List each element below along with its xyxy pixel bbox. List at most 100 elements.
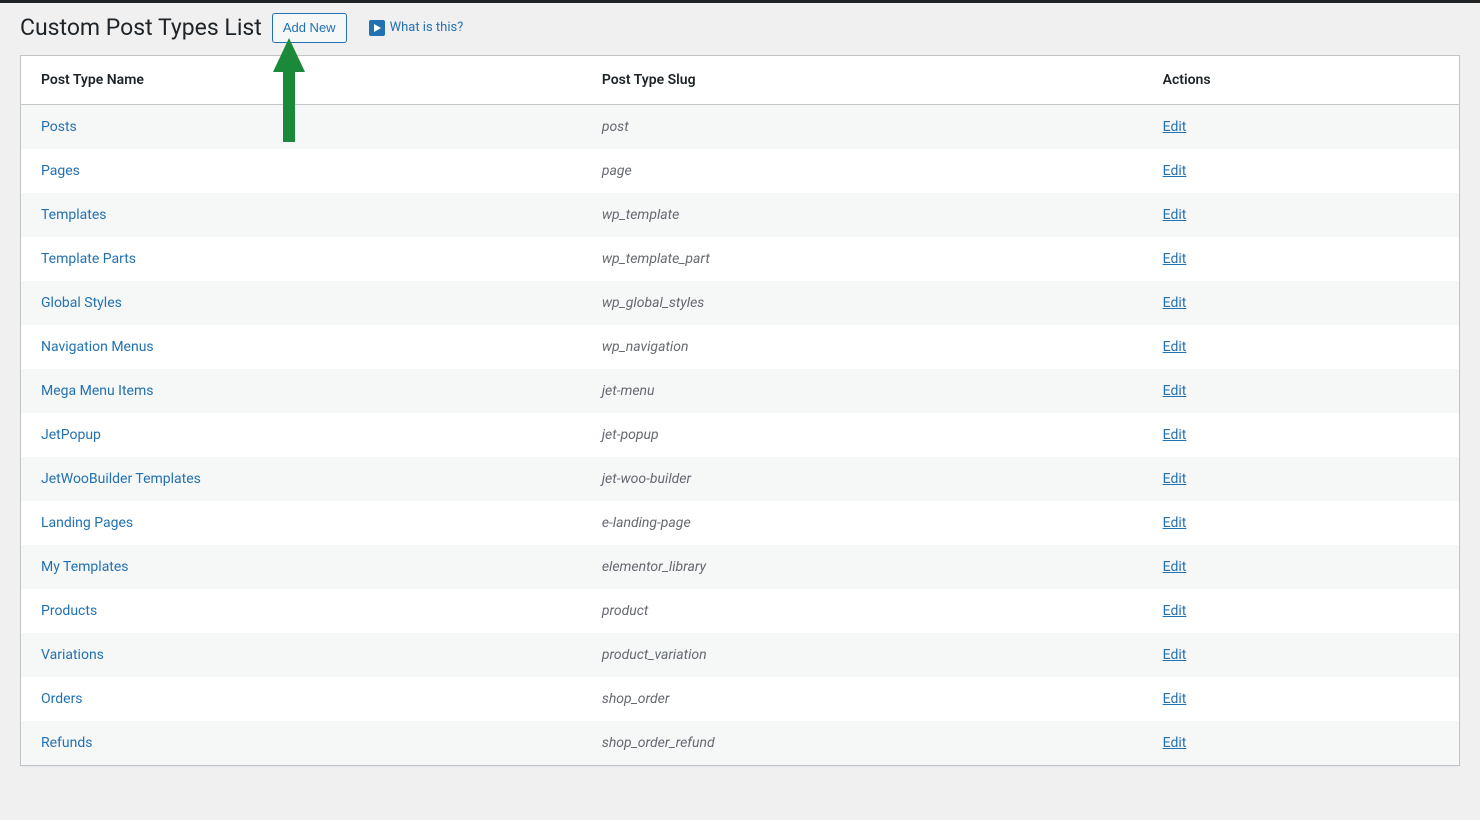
post-type-name-link[interactable]: Mega Menu Items	[41, 383, 153, 399]
cell-actions: Edit	[1143, 589, 1459, 633]
table-row: Variations product_variation Edit	[21, 633, 1459, 677]
edit-link[interactable]: Edit	[1163, 471, 1187, 487]
edit-link[interactable]: Edit	[1163, 691, 1187, 707]
post-type-slug-text: jet-menu	[602, 383, 655, 399]
edit-link[interactable]: Edit	[1163, 251, 1187, 267]
cell-post-type-name: JetWooBuilder Templates	[21, 457, 582, 501]
table-header-row: Post Type Name Post Type Slug Actions	[21, 56, 1459, 105]
edit-link[interactable]: Edit	[1163, 163, 1187, 179]
cell-post-type-name: Global Styles	[21, 281, 582, 325]
edit-link[interactable]: Edit	[1163, 559, 1187, 575]
post-type-name-link[interactable]: Landing Pages	[41, 515, 133, 531]
post-type-name-link[interactable]: JetWooBuilder Templates	[41, 471, 201, 487]
post-type-name-link[interactable]: Posts	[41, 119, 77, 135]
play-icon	[369, 20, 385, 36]
cell-post-type-slug: e-landing-page	[582, 501, 1143, 545]
post-type-name-link[interactable]: Products	[41, 603, 97, 619]
table-row: Pages page Edit	[21, 149, 1459, 193]
cell-post-type-name: Navigation Menus	[21, 325, 582, 369]
page-header: Custom Post Types List Add New What is t…	[0, 3, 1480, 55]
table-row: Global Styles wp_global_styles Edit	[21, 281, 1459, 325]
post-type-name-link[interactable]: Variations	[41, 647, 104, 663]
edit-link[interactable]: Edit	[1163, 647, 1187, 663]
edit-link[interactable]: Edit	[1163, 735, 1187, 751]
post-type-slug-text: wp_global_styles	[602, 295, 704, 311]
cell-post-type-name: Orders	[21, 677, 582, 721]
post-type-name-link[interactable]: Global Styles	[41, 295, 122, 311]
cell-post-type-slug: product_variation	[582, 633, 1143, 677]
post-type-slug-text: wp_template	[602, 207, 679, 223]
edit-link[interactable]: Edit	[1163, 603, 1187, 619]
add-new-button[interactable]: Add New	[272, 13, 347, 43]
cell-post-type-slug: shop_order	[582, 677, 1143, 721]
edit-link[interactable]: Edit	[1163, 339, 1187, 355]
post-type-slug-text: jet-popup	[602, 427, 659, 443]
cell-post-type-slug: jet-popup	[582, 413, 1143, 457]
post-type-name-link[interactable]: Orders	[41, 691, 83, 707]
table-row: JetPopup jet-popup Edit	[21, 413, 1459, 457]
cell-actions: Edit	[1143, 193, 1459, 237]
cell-actions: Edit	[1143, 501, 1459, 545]
edit-link[interactable]: Edit	[1163, 119, 1187, 135]
post-type-slug-text: post	[602, 119, 629, 135]
cell-post-type-slug: page	[582, 149, 1143, 193]
edit-link[interactable]: Edit	[1163, 207, 1187, 223]
post-type-slug-text: product	[602, 603, 649, 619]
edit-link[interactable]: Edit	[1163, 427, 1187, 443]
cell-post-type-name: My Templates	[21, 545, 582, 589]
table-row: Mega Menu Items jet-menu Edit	[21, 369, 1459, 413]
column-header-name: Post Type Name	[21, 56, 582, 105]
cell-actions: Edit	[1143, 721, 1459, 765]
cell-post-type-slug: wp_template	[582, 193, 1143, 237]
cell-post-type-slug: wp_global_styles	[582, 281, 1143, 325]
cell-post-type-slug: wp_template_part	[582, 237, 1143, 281]
cell-actions: Edit	[1143, 677, 1459, 721]
column-header-actions: Actions	[1143, 56, 1459, 105]
edit-link[interactable]: Edit	[1163, 295, 1187, 311]
table-row: Template Parts wp_template_part Edit	[21, 237, 1459, 281]
what-is-this-label: What is this?	[390, 20, 464, 35]
cell-post-type-slug: elementor_library	[582, 545, 1143, 589]
page-body: Custom Post Types List Add New What is t…	[0, 3, 1480, 766]
cell-post-type-name: Products	[21, 589, 582, 633]
cell-post-type-name: Template Parts	[21, 237, 582, 281]
cell-actions: Edit	[1143, 457, 1459, 501]
post-types-table-wrap: Post Type Name Post Type Slug Actions Po…	[20, 55, 1460, 766]
cell-post-type-slug: post	[582, 104, 1143, 149]
post-type-slug-text: jet-woo-builder	[602, 471, 691, 487]
cell-post-type-name: Refunds	[21, 721, 582, 765]
table-row: Products product Edit	[21, 589, 1459, 633]
what-is-this-link[interactable]: What is this?	[369, 20, 464, 36]
cell-actions: Edit	[1143, 545, 1459, 589]
cell-post-type-slug: shop_order_refund	[582, 721, 1143, 765]
table-row: My Templates elementor_library Edit	[21, 545, 1459, 589]
post-type-name-link[interactable]: Navigation Menus	[41, 339, 154, 355]
post-type-name-link[interactable]: JetPopup	[41, 427, 101, 443]
cell-post-type-slug: product	[582, 589, 1143, 633]
cell-actions: Edit	[1143, 633, 1459, 677]
cell-actions: Edit	[1143, 369, 1459, 413]
table-row: JetWooBuilder Templates jet-woo-builder Ed…	[21, 457, 1459, 501]
post-type-slug-text: wp_template_part	[602, 251, 710, 267]
table-row: Landing Pages e-landing-page Edit	[21, 501, 1459, 545]
post-type-name-link[interactable]: Pages	[41, 163, 80, 179]
column-header-slug: Post Type Slug	[582, 56, 1143, 105]
cell-post-type-name: Posts	[21, 104, 582, 149]
cell-actions: Edit	[1143, 281, 1459, 325]
cell-post-type-name: Variations	[21, 633, 582, 677]
edit-link[interactable]: Edit	[1163, 383, 1187, 399]
post-type-name-link[interactable]: Refunds	[41, 735, 93, 751]
post-type-slug-text: page	[602, 163, 632, 179]
post-type-name-link[interactable]: My Templates	[41, 559, 129, 575]
post-type-slug-text: e-landing-page	[602, 515, 691, 531]
cell-actions: Edit	[1143, 325, 1459, 369]
post-types-table: Post Type Name Post Type Slug Actions Po…	[21, 56, 1459, 765]
table-row: Templates wp_template Edit	[21, 193, 1459, 237]
edit-link[interactable]: Edit	[1163, 515, 1187, 531]
post-type-name-link[interactable]: Templates	[41, 207, 107, 223]
cell-actions: Edit	[1143, 237, 1459, 281]
cell-post-type-name: Pages	[21, 149, 582, 193]
table-row: Refunds shop_order_refund Edit	[21, 721, 1459, 765]
post-type-slug-text: product_variation	[602, 647, 707, 663]
post-type-name-link[interactable]: Template Parts	[41, 251, 136, 267]
